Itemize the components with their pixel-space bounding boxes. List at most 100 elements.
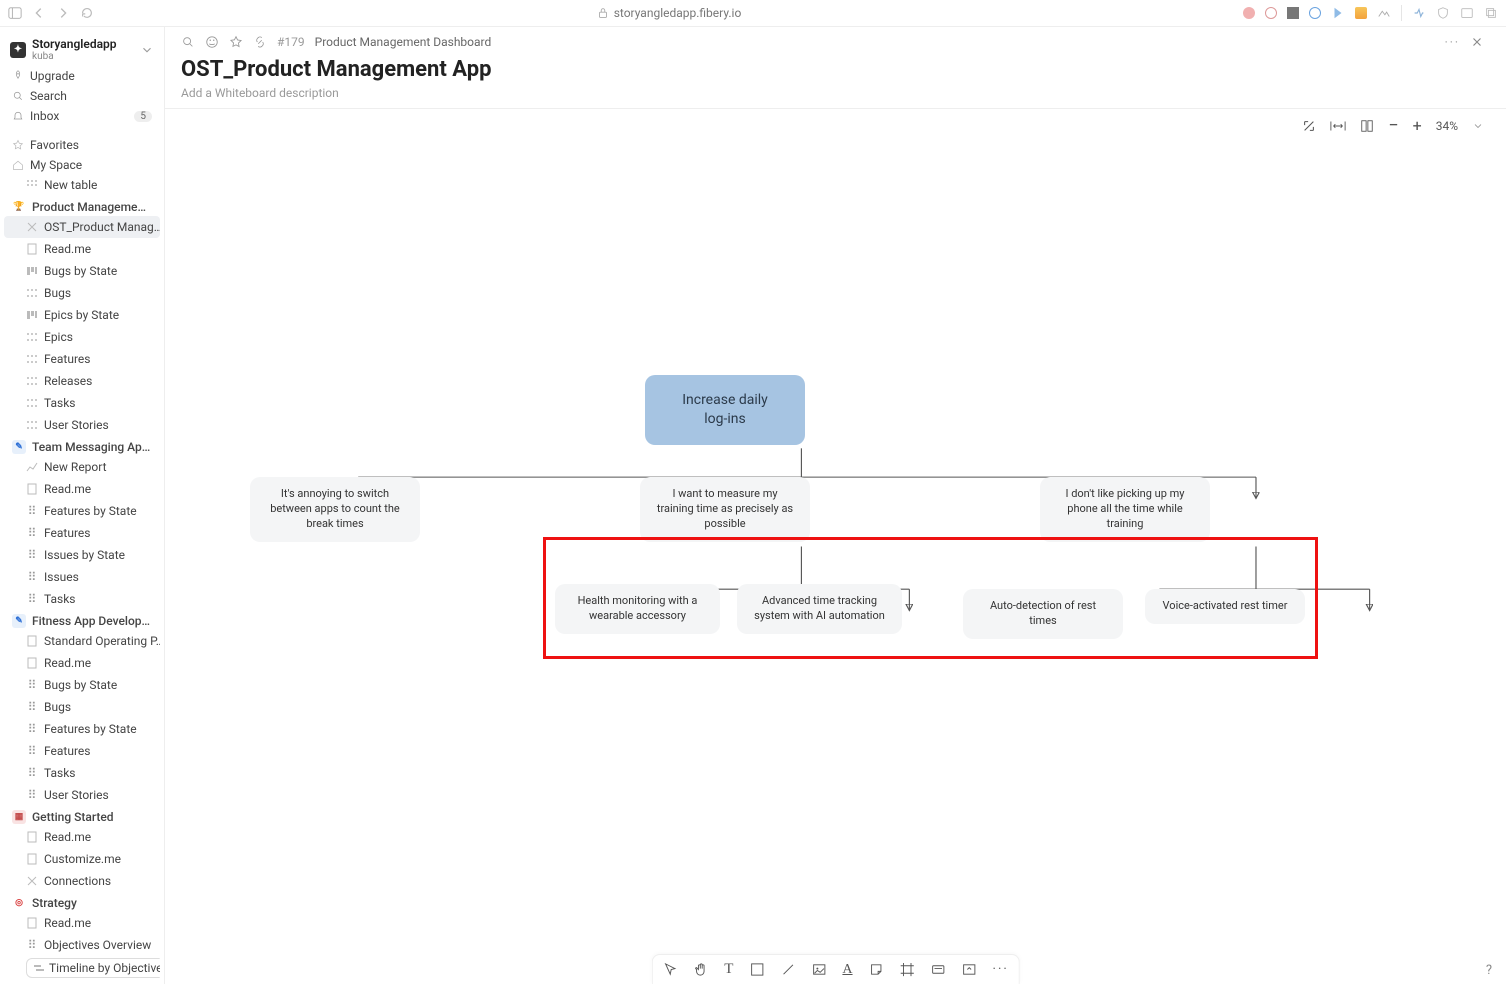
- sidebar-item[interactable]: ⠿Issues: [4, 566, 160, 588]
- whiteboard-canvas[interactable]: Increase daily log-ins It's annoying to …: [165, 109, 1506, 984]
- link-button[interactable]: [253, 35, 267, 49]
- sidebar-item[interactable]: ⠿Bugs: [4, 696, 160, 718]
- emoji-button[interactable]: [205, 35, 219, 49]
- sidebar-item[interactable]: ⠿Bugs by State: [4, 674, 160, 696]
- sidebar-item-new-table[interactable]: New table: [4, 174, 160, 196]
- grid-icon: [26, 397, 38, 409]
- diagram-node[interactable]: Voice-activated rest timer: [1145, 589, 1305, 624]
- sidebar-item[interactable]: ⠿Issues by State: [4, 544, 160, 566]
- sidebar-item-label: Features: [44, 742, 90, 760]
- sidebar-item[interactable]: Connections: [4, 870, 160, 892]
- ext-icon-1[interactable]: [1243, 7, 1255, 19]
- image-tool-icon[interactable]: [811, 962, 826, 977]
- ext-icon-5[interactable]: [1331, 6, 1345, 20]
- sidebar-item[interactable]: Epics by State: [4, 304, 160, 326]
- zoom-in-button[interactable]: +: [1413, 120, 1422, 132]
- sidebar-item[interactable]: Customize.me: [4, 848, 160, 870]
- hand-tool-icon[interactable]: [693, 962, 708, 977]
- sidebar-space-getting-started[interactable]: ▦ Getting Started: [4, 806, 160, 826]
- sidebar-item[interactable]: ⠿Features: [4, 522, 160, 544]
- sidebar-item[interactable]: Read.me: [4, 238, 160, 260]
- breadcrumb[interactable]: Product Management Dashboard: [315, 35, 492, 49]
- sidebar-item[interactable]: Tasks: [4, 392, 160, 414]
- sidebar-item[interactable]: Bugs by State: [4, 260, 160, 282]
- sidebar-item[interactable]: Epics: [4, 326, 160, 348]
- sidebar-item[interactable]: New Report: [4, 456, 160, 478]
- close-button[interactable]: [1470, 35, 1484, 49]
- sidebar-item[interactable]: ⠿Tasks: [4, 762, 160, 784]
- sidebar-item[interactable]: ⠿User Stories: [4, 784, 160, 806]
- ext-icon-8[interactable]: [1412, 6, 1426, 20]
- shield-icon[interactable]: [1436, 6, 1450, 20]
- annotate-tool-icon[interactable]: A: [842, 962, 852, 978]
- zoom-menu-chevron-icon[interactable]: [1472, 120, 1484, 132]
- sidebar-inbox[interactable]: Inbox 5: [4, 106, 160, 126]
- workspace-switcher[interactable]: ✦ Storyangledapp kuba: [4, 33, 160, 66]
- sidebar-item[interactable]: Standard Operating P…: [4, 630, 160, 652]
- sticky-tool-icon[interactable]: [869, 962, 884, 977]
- ext-icon-7[interactable]: [1377, 6, 1391, 20]
- sidebar-item[interactable]: ⠿Features: [4, 740, 160, 762]
- ext-icon-2[interactable]: [1265, 7, 1277, 19]
- star-button[interactable]: [229, 35, 243, 49]
- diagram-node-root[interactable]: Increase daily log-ins: [645, 375, 805, 445]
- fit-width-icon[interactable]: [1330, 119, 1346, 133]
- sidebar-space-fitness[interactable]: ✎ Fitness App Development…: [4, 610, 160, 630]
- window-icon[interactable]: [1460, 6, 1474, 20]
- url-text[interactable]: storyangledapp.fibery.io: [614, 6, 742, 20]
- sidebar-item[interactable]: Read.me: [4, 826, 160, 848]
- diagram-node[interactable]: I don't like picking up my phone all the…: [1040, 477, 1210, 542]
- panel-toggle-icon[interactable]: [8, 6, 22, 20]
- diagram-node[interactable]: I want to measure my training time as pr…: [640, 477, 810, 542]
- embed-tool-icon[interactable]: [962, 962, 977, 977]
- sidebar-space-strategy[interactable]: ◎ Strategy: [4, 892, 160, 912]
- ext-icon-6[interactable]: [1355, 7, 1367, 19]
- expand-icon[interactable]: [1302, 119, 1316, 133]
- sidebar-item[interactable]: User Stories: [4, 414, 160, 436]
- page-title[interactable]: OST_Product Management App: [181, 57, 1484, 82]
- sidebar-space-pm[interactable]: 🏆 Product Management Das…: [4, 196, 160, 216]
- card-tool-icon[interactable]: [931, 962, 946, 977]
- sidebar-item[interactable]: Features: [4, 348, 160, 370]
- more-button[interactable]: ···: [1445, 35, 1460, 49]
- sidebar-item[interactable]: ⠿Features by State: [4, 718, 160, 740]
- sidebar-item[interactable]: Read.me: [4, 652, 160, 674]
- sidebar-item[interactable]: Read.me: [4, 478, 160, 500]
- more-tools-icon[interactable]: ···: [993, 962, 1009, 977]
- diagram-node[interactable]: Health monitoring with a wearable access…: [555, 584, 720, 634]
- sidebar-item[interactable]: Bugs: [4, 282, 160, 304]
- pointer-tool-icon[interactable]: [662, 962, 677, 977]
- sidebar-favorites[interactable]: Favorites: [4, 134, 160, 154]
- description-input[interactable]: Add a Whiteboard description: [181, 82, 1484, 102]
- back-icon[interactable]: [32, 6, 46, 20]
- text-tool-icon[interactable]: T: [724, 961, 733, 978]
- search-button[interactable]: [181, 35, 195, 49]
- sidebar-item[interactable]: Read.me: [4, 912, 160, 934]
- chevron-down-icon[interactable]: [140, 43, 154, 57]
- frame-tool-icon[interactable]: [900, 962, 915, 977]
- sidebar-myspace[interactable]: My Space: [4, 154, 160, 174]
- sidebar-space-team[interactable]: ✎ Team Messaging App Dev…: [4, 436, 160, 456]
- sidebar-item[interactable]: ⠿Objectives Overview: [4, 934, 160, 956]
- ext-icon-4[interactable]: [1309, 7, 1321, 19]
- diagram-node[interactable]: Advanced time tracking system with AI au…: [737, 584, 902, 634]
- sidebar-item[interactable]: ⠿Features by State: [4, 500, 160, 522]
- zoom-level[interactable]: 34%: [1436, 119, 1458, 133]
- sidebar-item[interactable]: Releases: [4, 370, 160, 392]
- sidebar-search[interactable]: Search: [4, 86, 160, 106]
- shape-tool-icon[interactable]: [749, 962, 764, 977]
- refresh-icon[interactable]: [80, 6, 94, 20]
- zoom-out-button[interactable]: −: [1388, 120, 1398, 132]
- diagram-node[interactable]: Auto-detection of rest times: [963, 589, 1123, 639]
- line-tool-icon[interactable]: [780, 962, 795, 977]
- diagram-node[interactable]: It's annoying to switch between apps to …: [250, 477, 420, 542]
- copy-icon[interactable]: [1484, 6, 1498, 20]
- layout-icon[interactable]: [1360, 119, 1374, 133]
- sidebar-item-ost-product[interactable]: OST_Product Manag…: [4, 216, 160, 238]
- sidebar-item[interactable]: Timeline by Objective: [4, 956, 160, 980]
- forward-icon[interactable]: [56, 6, 70, 20]
- help-button[interactable]: ?: [1486, 963, 1492, 978]
- sidebar-item[interactable]: ⠿Tasks: [4, 588, 160, 610]
- sidebar-upgrade[interactable]: Upgrade: [4, 66, 160, 86]
- ext-icon-3[interactable]: [1287, 7, 1299, 19]
